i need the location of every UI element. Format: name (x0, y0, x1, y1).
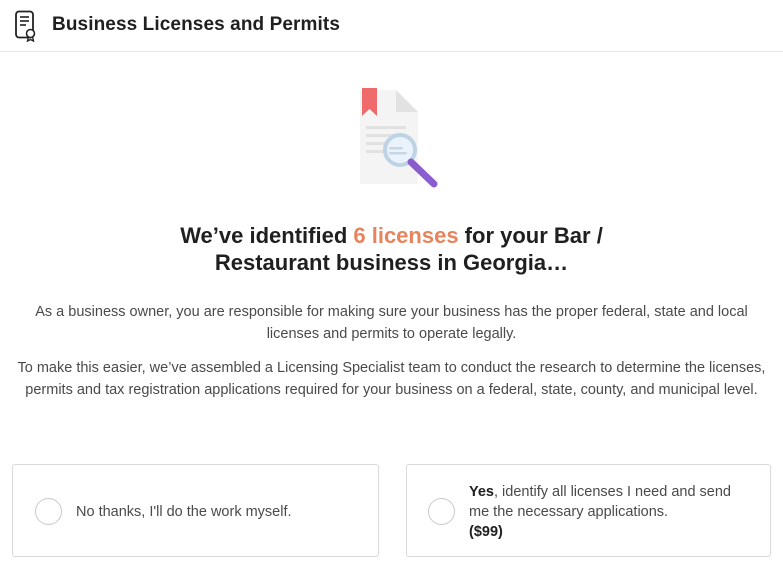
specialist-paragraph: To make this easier, we’ve assembled a L… (17, 360, 766, 398)
decline-radio[interactable] (35, 498, 62, 525)
accept-option-text: Yes, identify all licenses I need and se… (469, 482, 749, 542)
accept-option-yes: Yes (469, 484, 494, 500)
headline-text-1: We’ve identified (180, 223, 354, 248)
license-count: 6 licenses (353, 223, 459, 248)
license-document-icon (15, 10, 36, 42)
headline: We’ve identified 6 licenses for your Bar… (0, 222, 783, 276)
page-header: Business Licenses and Permits (0, 0, 783, 52)
page-title: Business Licenses and Permits (52, 14, 341, 35)
intro-paragraph: As a business owner, you are responsible… (35, 304, 748, 342)
accept-radio[interactable] (428, 498, 455, 525)
document-magnifier-icon (360, 88, 438, 188)
accept-option-label: , identify all licenses I need and send … (469, 484, 731, 520)
headline-text-2: for your Bar / (458, 223, 603, 248)
accept-option[interactable]: Yes, identify all licenses I need and se… (406, 464, 771, 557)
decline-option[interactable]: No thanks, I'll do the work myself. (12, 464, 379, 557)
decline-option-label: No thanks, I'll do the work myself. (76, 504, 292, 520)
accept-option-price: ($99) (469, 524, 503, 540)
headline-text-3: Restaurant business in Georgia… (214, 250, 569, 275)
